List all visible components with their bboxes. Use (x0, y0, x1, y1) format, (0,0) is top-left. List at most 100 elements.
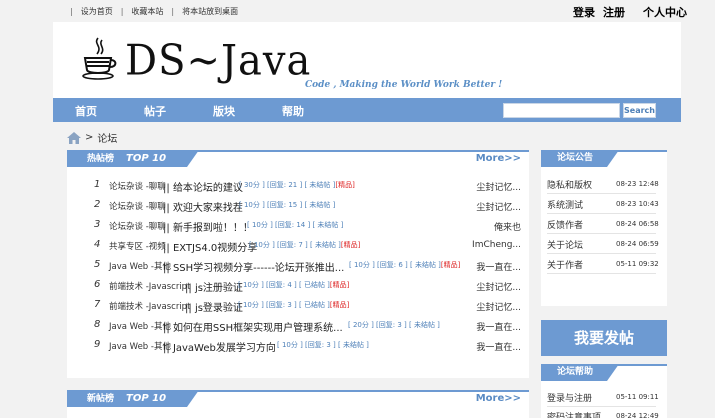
nav-boards[interactable]: 版块 (213, 103, 235, 119)
profile-link[interactable]: 个人中心 (643, 4, 687, 20)
search-input[interactable] (503, 103, 620, 118)
post-title[interactable]: || EXTJS4.0视频分享 (163, 239, 257, 254)
post-title[interactable]: || 欢迎大家来找茬 (163, 199, 243, 214)
title-separator: || (163, 203, 170, 214)
post-meta-text: [ 30分 ] [回复: 21 ] [ 未结帖 ] (239, 181, 336, 189)
post-title-text[interactable]: js登录验证 (195, 303, 243, 314)
post-category[interactable]: Java Web -其他 (109, 340, 171, 352)
hot-post-row[interactable]: 1 论坛杂谈 -聊聊 || 给本论坛的建议[ 30分 ] [回复: 21 ] [ 未… (67, 175, 529, 195)
post-category[interactable]: 论坛杂谈 -聊聊 (109, 220, 166, 232)
post-meta-text: [ 10分 ] [回复: 3 ] [ 已结帖 ] (238, 301, 330, 309)
post-category[interactable]: 论坛杂谈 -聊聊 (109, 200, 166, 212)
help-header: 论坛帮助 (541, 364, 667, 381)
tab-notch (187, 390, 199, 407)
top-bar: | 设为首页 | 收藏本站 | 将本站放到桌面 登录 注册 个人中心 (0, 0, 715, 22)
new-post-button[interactable]: 我要发帖 (541, 320, 667, 356)
post-author[interactable]: 俺来也 (494, 220, 521, 233)
notice-item[interactable]: 关于论坛 (547, 238, 583, 251)
nav-posts[interactable]: 帖子 (144, 103, 166, 119)
notice-item[interactable]: 关于作者 (547, 258, 583, 271)
register-link[interactable]: 注册 (603, 4, 625, 20)
login-link[interactable]: 登录 (573, 4, 595, 20)
notice-panel: 论坛公告 隐私和版权 08-23 12:48 系统测试 08-23 10:43 反馈作者… (541, 150, 667, 306)
hot-post-row[interactable]: 5 Java Web -其他 || SSH学习视频分享------论坛开张推出...… (67, 255, 529, 275)
top-links: | 设为首页 | 收藏本站 | 将本站放到桌面 (62, 6, 238, 17)
breadcrumb-current: 论坛 (97, 134, 118, 145)
post-title-text[interactable]: 欢迎大家来找茬 (173, 203, 243, 214)
post-author[interactable]: 我一直在... (476, 340, 521, 353)
notice-item[interactable]: 反馈作者 (547, 218, 583, 231)
post-title[interactable]: || js注册验证 (185, 279, 243, 294)
post-title[interactable]: || JavaWeb发展学习方向 (163, 339, 276, 354)
rank-number: 5 (94, 259, 101, 270)
post-title-text[interactable]: 新手报到啦！！！ (173, 223, 253, 234)
post-category[interactable]: 论坛杂谈 -聊聊 (109, 180, 166, 192)
post-meta-text: [ 10分 ] [回复: 7 ] [ 未结帖 ] (249, 241, 341, 249)
post-title-text[interactable]: JavaWeb发展学习方向 (173, 343, 276, 354)
post-category[interactable]: 共享专区 -视频 (109, 240, 166, 252)
nav-help[interactable]: 帮助 (282, 103, 304, 119)
help-item[interactable]: 登录与注册 (547, 391, 592, 404)
post-author[interactable]: 尘封记忆... (476, 300, 521, 313)
notice-item[interactable]: 隐私和版权 (547, 178, 592, 191)
new-posts-title-en: TOP 10 (126, 393, 167, 404)
hot-post-row[interactable]: 3 论坛杂谈 -聊聊 || 新手报到啦！！！[ 10分 ] [回复: 14 ] [ … (67, 215, 529, 235)
title-separator: || (185, 303, 192, 314)
hot-post-row[interactable]: 2 论坛杂谈 -聊聊 || 欢迎大家来找茬[ 10分 ] [回复: 15 ] [ 未… (67, 195, 529, 215)
hot-post-row[interactable]: 7 前端技术 -Javascript || js登录验证[ 10分 ] [回复: 3… (67, 295, 529, 315)
new-posts-more-link[interactable]: More>> (476, 393, 521, 404)
post-title-text[interactable]: 如何在用SSH框架实现用户管理系统... (173, 323, 343, 334)
post-author[interactable]: 我一直在... (476, 320, 521, 333)
post-category[interactable]: Java Web -其他 (109, 320, 171, 332)
hot-post-row[interactable]: 6 前端技术 -Javascript || js注册验证[ 10分 ] [回复: 4… (67, 275, 529, 295)
post-title-text[interactable]: SSH学习视频分享------论坛开张推出... (173, 263, 344, 274)
post-title-text[interactable]: 给本论坛的建议 (173, 183, 243, 194)
featured-badge: [精品] (335, 181, 355, 189)
post-author[interactable]: 尘封记忆... (476, 280, 521, 293)
post-author[interactable]: 尘封记忆... (476, 180, 521, 193)
new-posts-title: 新帖榜 (87, 394, 115, 404)
hot-post-row[interactable]: 9 Java Web -其他 || JavaWeb发展学习方向[ 10分 ] [回复… (67, 335, 529, 355)
rank-number: 8 (94, 319, 101, 330)
post-title-text[interactable]: js注册验证 (195, 283, 243, 294)
post-meta: [ 20分 ] [回复: 3 ] [ 未结帖 ] (348, 320, 440, 330)
post-title[interactable]: || 给本论坛的建议 (163, 179, 243, 194)
post-author[interactable]: 我一直在... (476, 260, 521, 273)
featured-badge: [精品] (440, 261, 461, 269)
hot-post-row[interactable]: 4 共享专区 -视频 || EXTJS4.0视频分享[ 10分 ] [回复: 7 ]… (67, 235, 529, 255)
nav-home[interactable]: 首页 (75, 103, 97, 119)
post-category[interactable]: Java Web -其他 (109, 260, 171, 272)
post-title[interactable]: || js登录验证 (185, 299, 243, 314)
java-cup-icon (82, 37, 117, 80)
tab-notch (187, 150, 199, 167)
post-title[interactable]: || 如何在用SSH框架实现用户管理系统... (163, 319, 343, 334)
post-author[interactable]: 尘封记忆... (476, 200, 521, 213)
main-nav: 首页 帖子 版块 帮助 Search (53, 98, 681, 122)
post-meta-text: [ 10分 ] [回复: 14 ] [ 未结帖 ] (247, 221, 344, 229)
account-links: 登录 注册 个人中心 (573, 4, 687, 20)
post-author[interactable]: ImCheng... (472, 240, 521, 250)
post-category[interactable]: 前端技术 -Javascript (109, 300, 190, 312)
help-title: 论坛帮助 (557, 367, 594, 377)
help-item[interactable]: 密码注意事项 (547, 410, 601, 418)
desktop-shortcut-link[interactable]: 将本站放到桌面 (182, 6, 238, 17)
hot-post-row[interactable]: 8 Java Web -其他 || 如何在用SSH框架实现用户管理系统... [ 20… (67, 315, 529, 335)
notice-tab: 论坛公告 (541, 150, 619, 167)
set-homepage-link[interactable]: 设为首页 (81, 6, 113, 17)
post-category[interactable]: 前端技术 -Javascript (109, 280, 190, 292)
bookmark-link[interactable]: 收藏本站 (131, 6, 163, 17)
rank-number: 6 (94, 279, 101, 290)
notice-date: 08-23 12:48 (616, 180, 659, 188)
hot-posts-title: 热帖榜 (87, 154, 115, 164)
notice-item[interactable]: 系统测试 (547, 198, 583, 211)
post-title-text[interactable]: EXTJS4.0视频分享 (173, 243, 257, 254)
title-separator: || (163, 323, 170, 334)
hot-posts-more-link[interactable]: More>> (476, 153, 521, 164)
post-title[interactable]: || 新手报到啦！！！ (163, 219, 253, 234)
new-posts-header: 新帖榜 TOP 10 More>> (67, 390, 529, 407)
home-icon[interactable] (67, 131, 81, 144)
post-title[interactable]: || SSH学习视频分享------论坛开张推出... (163, 259, 344, 274)
site-header: DS~Java Code , Making the World Work Bet… (53, 22, 681, 98)
title-separator: || (185, 283, 192, 294)
search-button[interactable]: Search (623, 103, 656, 118)
